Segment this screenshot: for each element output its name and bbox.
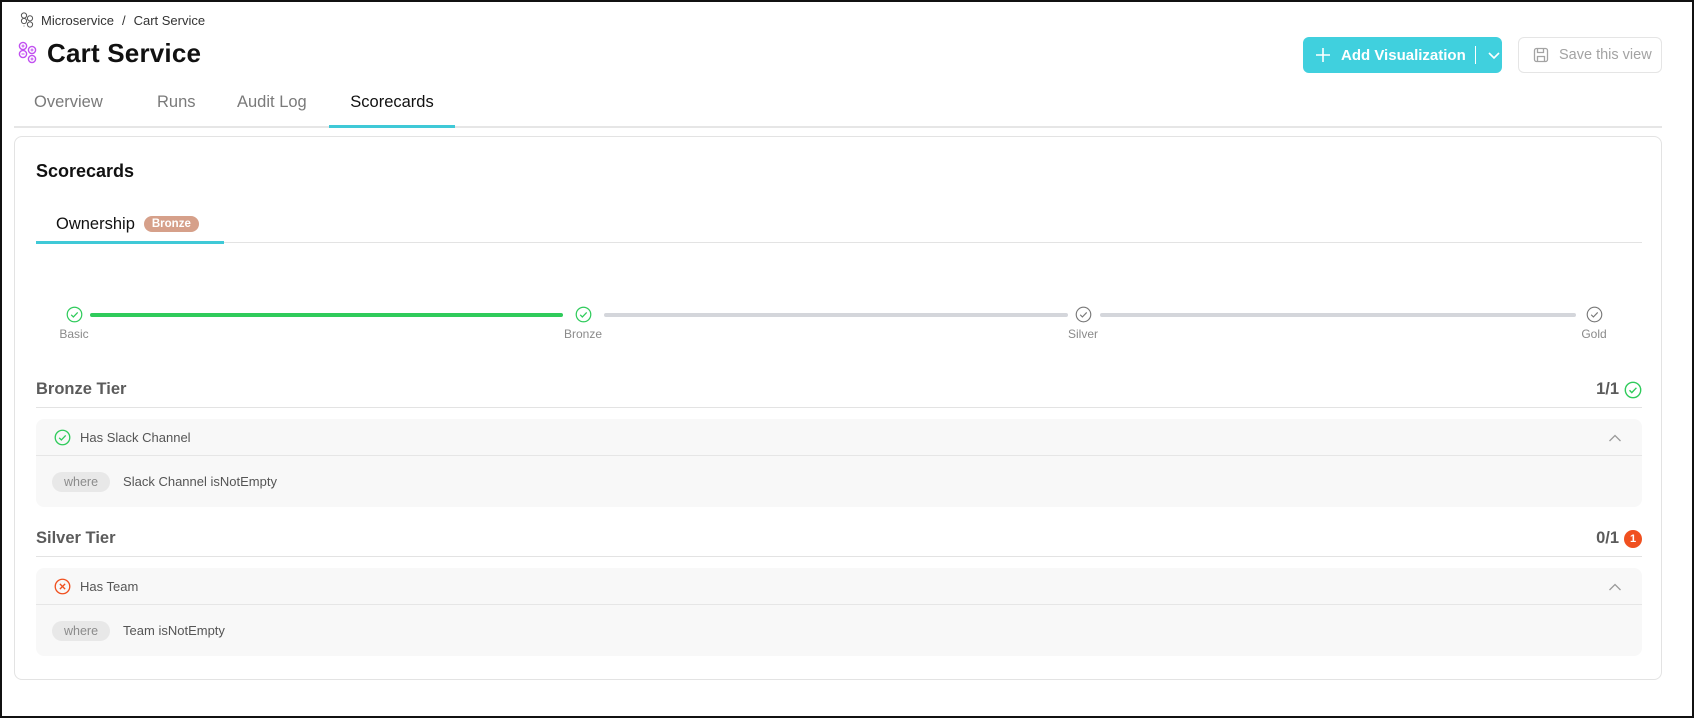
tier-header: Bronze Tier 1/1 bbox=[36, 372, 1642, 408]
tier-bronze: Bronze Tier 1/1 Has Slack Channel where … bbox=[36, 372, 1642, 507]
progress-level-label: Basic bbox=[59, 327, 89, 341]
progress-level-label: Gold bbox=[1581, 327, 1607, 341]
tab-scorecards[interactable]: Scorecards bbox=[329, 88, 455, 128]
rule-title: Has Team bbox=[80, 578, 139, 594]
button-divider bbox=[1474, 46, 1476, 64]
tier-silver: Silver Tier 0/1 1 Has Team where Team is… bbox=[36, 521, 1642, 656]
progress-level-label: Silver bbox=[1067, 327, 1098, 341]
save-icon bbox=[1533, 47, 1549, 63]
check-circle-icon bbox=[1586, 306, 1602, 323]
tab-runs[interactable]: Runs bbox=[137, 88, 217, 126]
progress-level-silver: Silver bbox=[1053, 303, 1113, 341]
save-view-button[interactable]: Save this view bbox=[1518, 37, 1662, 73]
add-visualization-label: Add Visualization bbox=[1341, 46, 1466, 64]
microservice-icon bbox=[18, 41, 37, 63]
check-circle-icon bbox=[66, 306, 82, 323]
page-title: Cart Service bbox=[18, 38, 201, 69]
tier-score: 0/1 1 bbox=[1596, 529, 1642, 548]
rule-condition: where Team isNotEmpty bbox=[36, 605, 1642, 656]
progress-segment-basic-bronze bbox=[90, 313, 563, 317]
add-visualization-button[interactable]: Add Visualization bbox=[1303, 37, 1502, 73]
chevron-down-icon[interactable] bbox=[1487, 48, 1501, 62]
plus-icon bbox=[1316, 48, 1330, 62]
condition-text: Team isNotEmpty bbox=[123, 623, 225, 638]
progress-level-label: Bronze bbox=[563, 327, 603, 341]
progress-level-bronze: Bronze bbox=[553, 303, 613, 341]
breadcrumb-separator: / bbox=[121, 13, 126, 28]
page-title-text: Cart Service bbox=[47, 38, 202, 68]
breadcrumb-parent-link[interactable]: Microservice bbox=[41, 13, 114, 28]
progress-segment-bronze-silver bbox=[604, 313, 1068, 317]
save-view-label: Save this view bbox=[1559, 47, 1652, 63]
check-circle-icon bbox=[1624, 381, 1642, 398]
condition-text: Slack Channel isNotEmpty bbox=[123, 474, 277, 489]
where-chip: where bbox=[52, 620, 111, 641]
progress-segment-silver-gold bbox=[1100, 313, 1576, 317]
scorecard-tab-ownership[interactable]: Ownership Bronze bbox=[36, 205, 224, 244]
progress-level-gold: Gold bbox=[1564, 303, 1624, 341]
tab-audit-log[interactable]: Audit Log bbox=[217, 88, 329, 126]
check-circle-icon bbox=[575, 306, 591, 323]
rule-condition: where Slack Channel isNotEmpty bbox=[36, 456, 1642, 507]
tier-header: Silver Tier 0/1 1 bbox=[36, 521, 1642, 557]
microservice-icon bbox=[20, 12, 34, 28]
rule-item: Has Slack Channel where Slack Channel is… bbox=[36, 419, 1642, 507]
failed-count-badge: 1 bbox=[1624, 529, 1642, 548]
main-tabs: Overview Runs Audit Log Scorecards bbox=[14, 88, 1662, 128]
tab-overview[interactable]: Overview bbox=[14, 88, 137, 126]
breadcrumb-current: Cart Service bbox=[133, 13, 206, 28]
tier-name: Silver Tier bbox=[36, 529, 116, 547]
rule-header[interactable]: Has Slack Channel bbox=[36, 419, 1642, 456]
scorecards-heading: Scorecards bbox=[36, 161, 135, 181]
scorecard-tabs: Ownership Bronze bbox=[36, 205, 1642, 244]
tier-name: Bronze Tier bbox=[36, 380, 127, 398]
rule-item: Has Team where Team isNotEmpty bbox=[36, 568, 1642, 656]
check-circle-icon bbox=[1075, 306, 1091, 323]
rule-title: Has Slack Channel bbox=[80, 429, 191, 445]
level-progress: Basic Bronze Silver Gold bbox=[36, 303, 1642, 347]
breadcrumb: Microservice / Cart Service bbox=[20, 12, 205, 29]
chevron-up-icon[interactable] bbox=[1608, 431, 1622, 445]
where-chip: where bbox=[52, 471, 111, 492]
check-circle-icon bbox=[54, 429, 71, 445]
progress-level-basic: Basic bbox=[44, 303, 104, 341]
x-circle-icon bbox=[54, 578, 71, 594]
chevron-up-icon[interactable] bbox=[1608, 580, 1622, 594]
rule-header[interactable]: Has Team bbox=[36, 568, 1642, 605]
tier-score-value: 1/1 bbox=[1596, 380, 1619, 398]
level-badge: Bronze bbox=[143, 216, 199, 232]
tier-score: 1/1 bbox=[1596, 380, 1642, 399]
scorecards-card: Scorecards Ownership Bronze Basic Bronze… bbox=[14, 136, 1662, 680]
scorecard-tab-label: Ownership bbox=[56, 214, 135, 233]
tier-score-value: 0/1 bbox=[1596, 529, 1619, 547]
